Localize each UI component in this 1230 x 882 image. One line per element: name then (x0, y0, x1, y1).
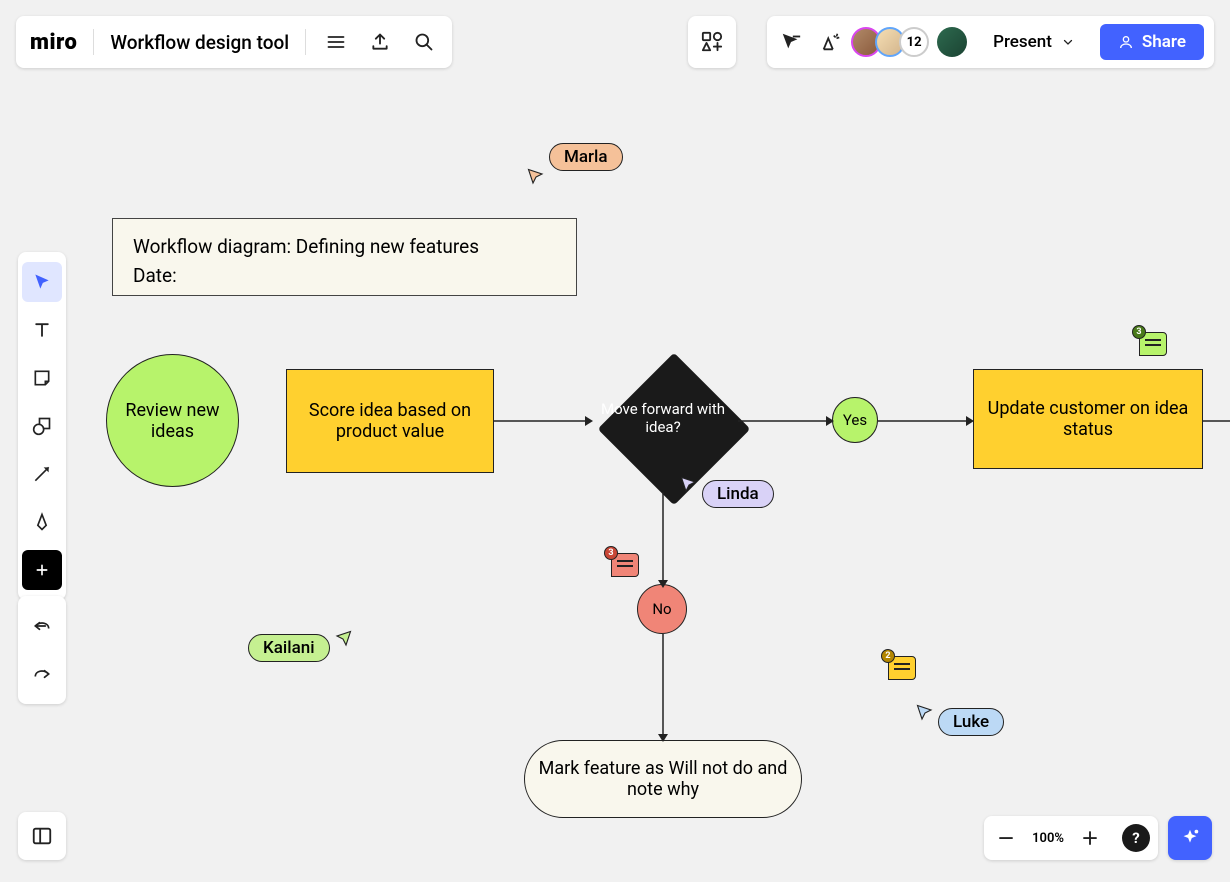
sticky-tool[interactable] (22, 358, 62, 398)
person-icon (1118, 34, 1134, 50)
node-no[interactable]: No (637, 584, 687, 634)
cursor-luke: Luke (916, 690, 1004, 736)
share-button[interactable]: Share (1100, 24, 1204, 60)
cursor-mode-icon[interactable] (777, 28, 805, 56)
history-rail (18, 596, 66, 704)
comment-badge[interactable]: 2 (888, 656, 916, 680)
connector (878, 419, 974, 423)
zoom-out-button[interactable] (992, 824, 1020, 852)
collab-bar: 12 Present Share (767, 16, 1214, 68)
connector (493, 419, 593, 423)
help-button[interactable]: ? (1122, 824, 1150, 852)
node-score[interactable]: Score idea based on product value (286, 369, 494, 473)
avatar[interactable] (937, 27, 967, 57)
connector (738, 419, 834, 423)
board-title[interactable]: Workflow design tool (110, 31, 289, 54)
connector (1203, 419, 1230, 423)
node-wontdo[interactable]: Mark feature as Will not do and note why (524, 740, 802, 818)
chevron-down-icon (1062, 36, 1074, 48)
frames-panel-button[interactable] (18, 812, 66, 860)
note-line1: Workflow diagram: Defining new features (133, 233, 556, 262)
canvas[interactable]: Workflow diagram: Defining new features … (0, 0, 1230, 882)
avatar-count[interactable]: 12 (899, 27, 929, 57)
reactions-icon[interactable] (817, 28, 845, 56)
node-review[interactable]: Review new ideas (106, 354, 239, 487)
shape-tool[interactable] (22, 406, 62, 446)
cursor-linda: Linda (680, 462, 774, 508)
zoom-level[interactable]: 100% (1032, 831, 1064, 846)
arrow-tool[interactable] (22, 454, 62, 494)
cursor-marla: Marla (527, 143, 623, 171)
divider (305, 29, 306, 55)
present-button[interactable]: Present (979, 24, 1088, 60)
logo[interactable]: miro (30, 30, 77, 55)
comment-badge[interactable]: 3 (611, 553, 639, 577)
undo-button[interactable] (22, 606, 62, 646)
pen-tool[interactable] (22, 502, 62, 542)
connector (661, 492, 665, 588)
select-tool[interactable] (22, 262, 62, 302)
title-note[interactable]: Workflow diagram: Defining new features … (112, 218, 577, 296)
tool-rail (18, 252, 66, 600)
redo-button[interactable] (22, 654, 62, 694)
topbar: miro Workflow design tool (16, 16, 452, 68)
export-icon[interactable] (366, 28, 394, 56)
text-tool[interactable] (22, 310, 62, 350)
node-update[interactable]: Update customer on idea status (973, 369, 1203, 469)
search-icon[interactable] (410, 28, 438, 56)
cursor-kailani: Kailani (248, 616, 352, 662)
comment-badge[interactable]: 3 (1139, 332, 1167, 356)
menu-icon[interactable] (322, 28, 350, 56)
connector (661, 634, 665, 742)
zoom-in-button[interactable] (1076, 824, 1104, 852)
node-yes[interactable]: Yes (832, 397, 878, 443)
divider (93, 29, 94, 55)
apps-button[interactable] (688, 16, 736, 68)
avatars[interactable]: 12 (857, 27, 967, 57)
zoom-bar: 100% ? (984, 816, 1158, 860)
note-line2: Date: (133, 262, 556, 291)
more-tools[interactable] (22, 550, 62, 590)
ai-button[interactable] (1168, 816, 1212, 860)
